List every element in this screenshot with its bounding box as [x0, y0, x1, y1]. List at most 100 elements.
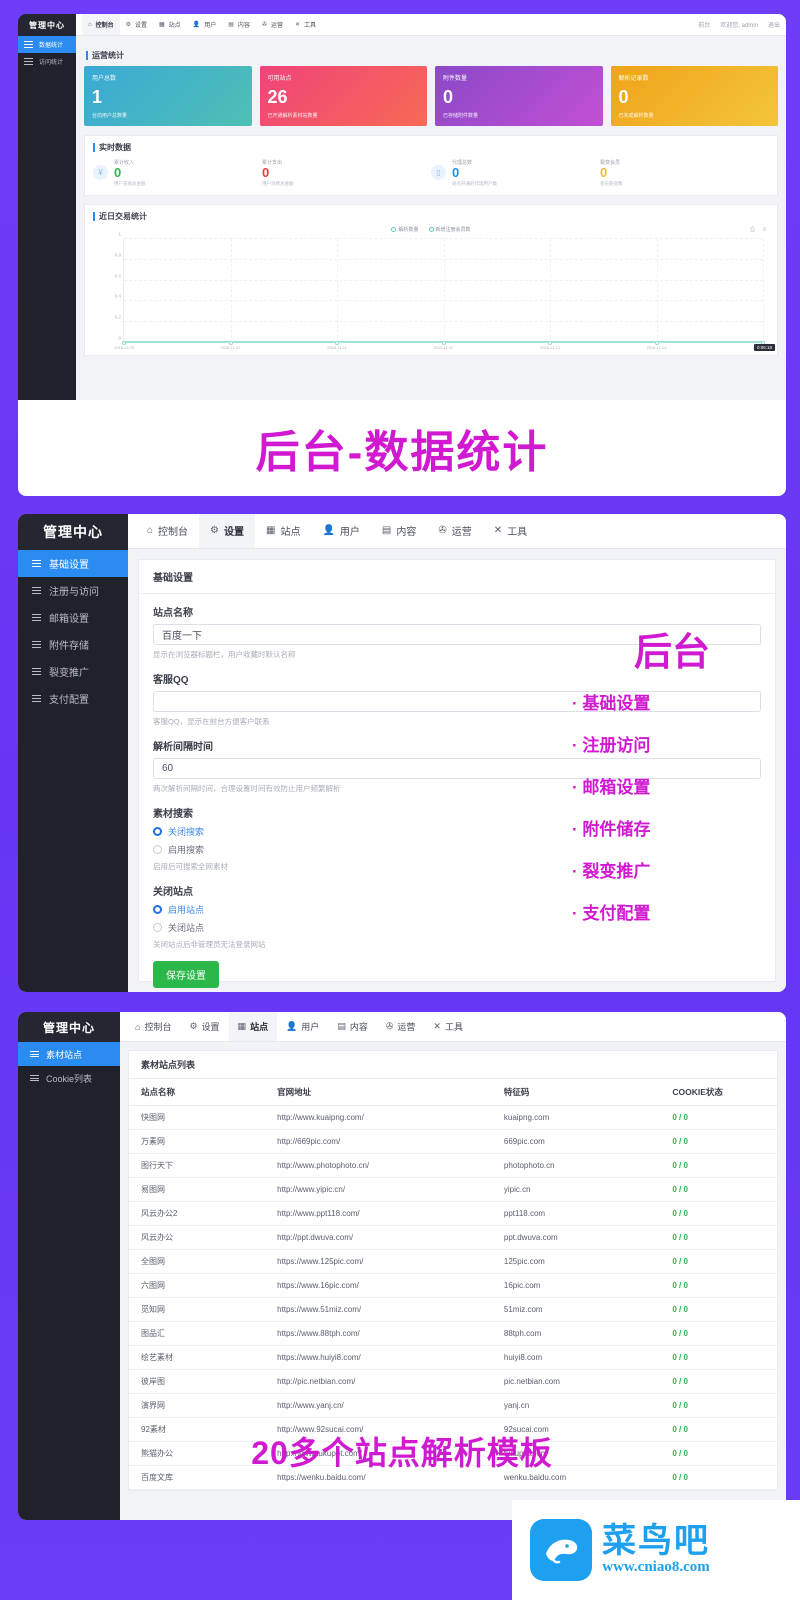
save-settings-button[interactable]: 保存设置	[153, 960, 219, 988]
table-row[interactable]: 觅知网 https://www.51miz.com/51miz.com 0 / 0	[129, 1297, 777, 1322]
tab-label: 控制台	[144, 1022, 172, 1032]
chart-data-point[interactable]	[548, 340, 552, 345]
chart-data-point[interactable]	[335, 340, 339, 345]
radio-label: 启用搜索	[168, 844, 205, 855]
menu-icon	[32, 613, 41, 622]
legend-dot-icon	[391, 227, 397, 233]
tab-sites[interactable]: ▦ 站点	[255, 514, 311, 548]
tab-label: 设置	[135, 23, 148, 29]
dashboard-screenshot: 管理中心 数据统计 访问统计 ⌂ 控制台 ⚙ 设置 ▦ 站点 👤 用户 ▤ 内容 ✇ 运	[18, 14, 786, 400]
document-icon: ▤	[228, 22, 234, 28]
overlay-item: · 邮箱设置	[572, 778, 651, 797]
tab-users[interactable]: 👤 用户	[311, 514, 370, 548]
users-icon: 👤	[192, 22, 201, 28]
tab-users[interactable]: 👤 用户	[277, 1012, 328, 1041]
legend-entry-1[interactable]: 新增注册会员数	[428, 226, 471, 233]
table-row[interactable]: 图行天下 http://www.photophoto.cn/photophoto.…	[129, 1153, 777, 1178]
tab-console[interactable]: ⌂ 控制台	[82, 14, 120, 35]
chart-legend[interactable]: 解析数量 新增注册会员数	[93, 226, 769, 233]
tab-content[interactable]: ▤ 内容	[328, 1012, 377, 1041]
table-row[interactable]: 全图网 https://www.125pic.com/125pic.com 0 / …	[129, 1249, 777, 1274]
cell-feature-code: ppt.dwuva.com	[491, 1225, 661, 1250]
radio-icon	[153, 826, 162, 836]
section-title-chart: 近日交易统计	[93, 211, 769, 222]
sidebar-item-visit-stats[interactable]: 访问统计	[18, 53, 76, 70]
menu-icon	[24, 40, 33, 49]
tab-label: 站点	[280, 527, 301, 539]
chart-gridline-vertical	[230, 238, 232, 343]
stat-card-parse-records: 解析记录数 0 已完成解析数量	[610, 66, 778, 126]
cell-cookie-status: 0 / 0	[660, 1393, 777, 1418]
sidebar-item-basic-settings[interactable]: 基础设置	[18, 550, 128, 577]
sidebar-item-payment-config[interactable]: 支付配置	[18, 685, 128, 712]
cell-feature-code: 16pic.com	[491, 1273, 661, 1298]
cell-site-url: http://pic.netbian.com/	[265, 1369, 492, 1394]
table-row[interactable]: 万素网 http://669pic.com/669pic.com 0 / 0	[129, 1129, 777, 1154]
tab-label: 工具	[507, 527, 528, 539]
tab-sites[interactable]: ▦ 站点	[228, 1012, 278, 1041]
y-axis-tick: 0.6	[114, 273, 121, 279]
legend-label: 新增注册会员数	[435, 226, 471, 233]
cell-site-name: 彼岸图	[129, 1369, 266, 1394]
cell-site-url: http://669pic.com/	[265, 1129, 492, 1154]
stat-card-sites: 可用站点 26 已开通解析素材站数量	[259, 66, 427, 126]
legend-entry-0[interactable]: 解析数量	[391, 226, 419, 233]
chart-data-point[interactable]	[654, 340, 659, 345]
chart-toolbox[interactable]: ⎙ ≡	[750, 227, 769, 234]
table-row[interactable]: 绘艺素材 https://www.huiyi8.com/huiyi8.com 0 /…	[129, 1345, 777, 1370]
tab-tools[interactable]: ✕ 工具	[289, 14, 322, 35]
sidebar-item-fission-promotion[interactable]: 裂变推广	[18, 658, 128, 685]
cell-site-url: https://www.51miz.com/	[265, 1297, 492, 1322]
tab-sites[interactable]: ▦ 站点	[153, 14, 187, 35]
tab-settings[interactable]: ⚙ 设置	[120, 14, 153, 35]
cell-cookie-status: 0 / 0	[660, 1201, 777, 1226]
table-row[interactable]: 彼岸图 http://pic.netbian.com/pic.netbian.co…	[129, 1369, 777, 1394]
grid-icon: ▦	[159, 22, 165, 28]
tab-operations[interactable]: ✇ 运营	[377, 1012, 425, 1041]
cell-feature-code: kuaipng.com	[491, 1105, 661, 1130]
stat-label: 可用站点	[267, 76, 292, 82]
tab-label: 设置	[224, 527, 245, 539]
logout-button[interactable]: 退出	[768, 20, 780, 29]
table-row[interactable]: 演界网 http://www.yanj.cn/yanj.cn 0 / 0	[129, 1393, 777, 1418]
y-axis-tick: 0	[118, 335, 121, 341]
sidebar-item-attachment-storage[interactable]: 附件存储	[18, 631, 128, 658]
tab-settings[interactable]: ⚙ 设置	[199, 514, 256, 548]
column-header-1: 官网地址	[265, 1079, 492, 1106]
chart-data-point[interactable]	[122, 340, 126, 345]
sidebar-item-data-stats[interactable]: 数据统计	[18, 36, 76, 53]
tab-tools[interactable]: ✕ 工具	[483, 514, 538, 548]
cell-cookie-status: 0 / 0	[660, 1297, 777, 1322]
panel3-topnav: ⌂ 控制台 ⚙ 设置 ▦ 站点 👤 用户 ▤ 内容 ✇ 运营 ✕ 工具	[120, 1012, 786, 1042]
tab-tools[interactable]: ✕ 工具	[424, 1012, 472, 1041]
tab-console[interactable]: ⌂ 控制台	[126, 1012, 180, 1041]
cell-site-name: 风云办公2	[129, 1201, 266, 1226]
tab-label: 用户	[301, 1022, 320, 1032]
cell-cookie-status: 0 / 0	[660, 1177, 777, 1202]
tab-content[interactable]: ▤ 内容	[371, 514, 427, 548]
sidebar-item-material-sites[interactable]: 素材站点	[18, 1042, 120, 1066]
sites-table-screenshot: 管理中心 素材站点 Cookie列表 ⌂ 控制台 ⚙ 设置 ▦ 站点 👤 用户 ▤ 内容 …	[18, 1012, 786, 1520]
sidebar-item-register-access[interactable]: 注册与访问	[18, 577, 128, 604]
tab-content[interactable]: ▤ 内容	[222, 14, 256, 35]
tab-operations[interactable]: ✇ 运营	[427, 514, 482, 548]
sidebar-item-cookie-list[interactable]: Cookie列表	[18, 1066, 120, 1090]
realtime-sub: 用户充值总金额	[114, 180, 146, 186]
bird-logo-icon	[530, 1519, 592, 1581]
chart-data-point[interactable]	[228, 340, 233, 345]
tab-users[interactable]: 👤 用户	[187, 14, 223, 35]
table-row[interactable]: 易图网 http://www.yipic.cn/yipic.cn 0 / 0	[129, 1177, 777, 1202]
tab-operations[interactable]: ✇ 运营	[256, 14, 289, 35]
tab-console[interactable]: ⌂ 控制台	[136, 514, 199, 548]
table-row[interactable]: 图品汇 https://www.88tph.com/88tph.com 0 / 0	[129, 1321, 777, 1346]
table-row[interactable]: 快图网 http://www.kuaipng.com/kuaipng.com 0 /…	[129, 1105, 777, 1130]
table-row[interactable]: 风云办公 http://ppt.dwuva.com/ppt.dwuva.com 0 …	[129, 1225, 777, 1250]
sidebar-item-email-settings[interactable]: 邮箱设置	[18, 604, 128, 631]
realtime-value: 0	[452, 165, 460, 180]
front-site-link[interactable]: 前台	[698, 20, 710, 29]
table-row[interactable]: 六图网 https://www.16pic.com/16pic.com 0 / 0	[129, 1273, 777, 1298]
chart-data-point[interactable]	[441, 340, 446, 345]
table-row[interactable]: 风云办公2 http://www.ppt118.com/ppt118.com 0 /…	[129, 1201, 777, 1226]
panel2-sidebar: 管理中心 基础设置 注册与访问 邮箱设置 附件存储 裂变推广 支付配置	[18, 514, 128, 992]
tab-settings[interactable]: ⚙ 设置	[180, 1012, 228, 1041]
